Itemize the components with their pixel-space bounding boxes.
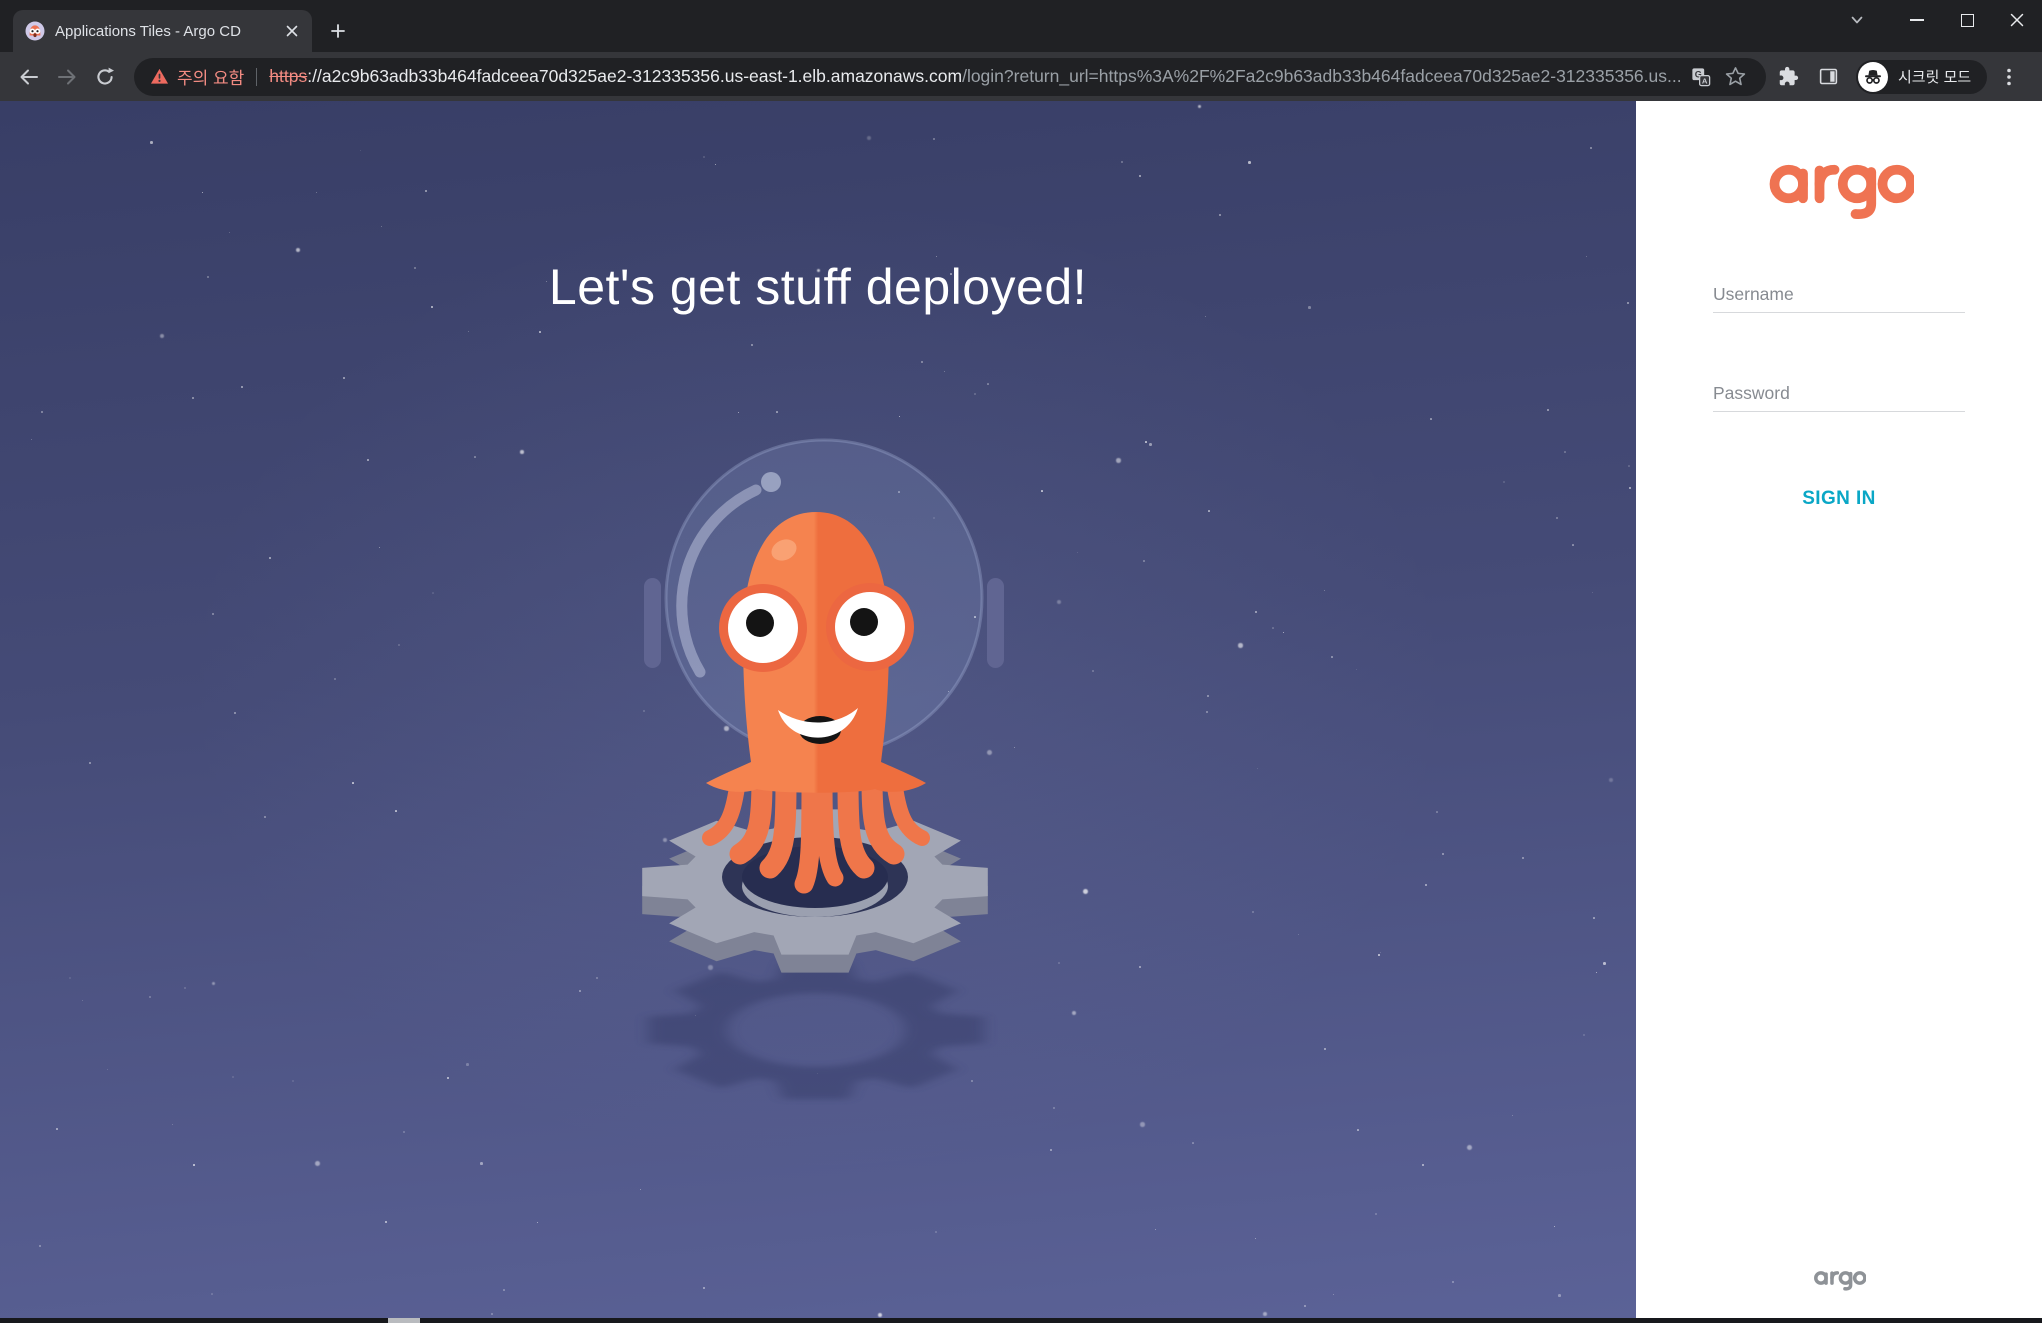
hero-section: Let's get stuff deployed! <box>0 101 1636 1318</box>
bottom-edge <box>0 1318 2042 1323</box>
helmet-handle-left <box>644 578 661 668</box>
page-content: Let's get stuff deployed! Username SIGN … <box>0 101 2042 1318</box>
close-icon <box>2010 13 2024 27</box>
password-input[interactable] <box>1713 376 1965 412</box>
login-panel: SIGN IN <box>1636 101 2042 1318</box>
tab-search-button[interactable] <box>1834 0 1880 40</box>
tab-title: Applications Tiles - Argo CD <box>55 22 241 40</box>
reload-button[interactable] <box>86 58 124 96</box>
browser-menu-button[interactable] <box>1991 59 2027 95</box>
window-close-button[interactable] <box>1992 0 2042 40</box>
extensions-button[interactable] <box>1770 59 1806 95</box>
window-controls <box>1834 0 2042 40</box>
url-host: a2c9b63adb33b464fadceea70d325ae2-3123353… <box>321 66 963 86</box>
omnibox-divider <box>256 67 258 86</box>
side-panel-icon <box>1819 68 1837 85</box>
url-separator: :// <box>307 66 322 86</box>
argo-mascot <box>642 438 1004 1100</box>
helmet-highlight-dot <box>761 472 781 492</box>
kebab-menu-icon <box>2007 68 2011 85</box>
browser-titlebar: Applications Tiles - Argo CD <box>0 0 2042 52</box>
star-icon <box>1725 67 1745 86</box>
argo-favicon-icon <box>25 21 45 41</box>
new-tab-button[interactable] <box>324 17 352 45</box>
browser-tab[interactable]: Applications Tiles - Argo CD <box>13 10 312 52</box>
back-arrow-icon <box>20 69 38 84</box>
bookmark-button[interactable] <box>1718 60 1752 94</box>
minimize-button[interactable] <box>1892 0 1942 40</box>
translate-button[interactable]: G A <box>1684 60 1718 94</box>
incognito-avatar <box>1858 61 1888 92</box>
translate-icon: G A <box>1692 67 1711 86</box>
taskbar-hint <box>388 1318 420 1323</box>
address-bar[interactable]: 주의 요함 https://a2c9b63adb33b464fadceea70d… <box>134 57 1766 96</box>
gear-shadow <box>648 960 984 1100</box>
forward-button[interactable] <box>48 58 86 96</box>
incognito-label: 시크릿 모드 <box>1898 69 1972 86</box>
minimize-icon <box>1910 19 1924 21</box>
back-button[interactable] <box>10 58 48 96</box>
helmet-handle-right <box>987 578 1004 668</box>
side-panel-button[interactable] <box>1810 59 1846 95</box>
username-input[interactable] <box>1713 277 1965 313</box>
puzzle-icon <box>1779 66 1798 86</box>
forward-arrow-icon <box>58 69 76 84</box>
argo-footer-logo <box>1814 1271 1866 1291</box>
hero-heading: Let's get stuff deployed! <box>548 259 1088 315</box>
tab-close-icon[interactable] <box>280 19 304 43</box>
browser-window: Applications Tiles - Argo CD 주의 요함 https… <box>0 0 2042 1323</box>
incognito-icon <box>1865 69 1881 84</box>
sign-in-button[interactable]: SIGN IN <box>1802 488 1876 510</box>
reload-icon <box>97 67 114 85</box>
url-text: https://a2c9b63adb33b464fadceea70d325ae2… <box>269 66 1681 87</box>
chevron-down-icon <box>1851 16 1863 24</box>
url-scheme: https <box>269 66 308 86</box>
incognito-badge[interactable]: 시크릿 모드 <box>1856 59 1988 94</box>
url-path: /login?return_url=https%3A%2F%2Fa2c9b63a… <box>962 66 1682 86</box>
browser-toolbar: 주의 요함 https://a2c9b63adb33b464fadceea70d… <box>0 52 2042 101</box>
security-warning-label: 주의 요함 <box>177 69 245 88</box>
argo-logo <box>1769 164 1914 220</box>
svg-text:A: A <box>1702 76 1708 85</box>
username-field-wrapper <box>1713 277 1965 313</box>
plus-icon <box>331 24 345 38</box>
password-field-wrapper <box>1713 376 1965 412</box>
maximize-icon <box>1960 13 1974 27</box>
maximize-button[interactable] <box>1942 0 1992 40</box>
warning-triangle-icon <box>150 68 169 84</box>
